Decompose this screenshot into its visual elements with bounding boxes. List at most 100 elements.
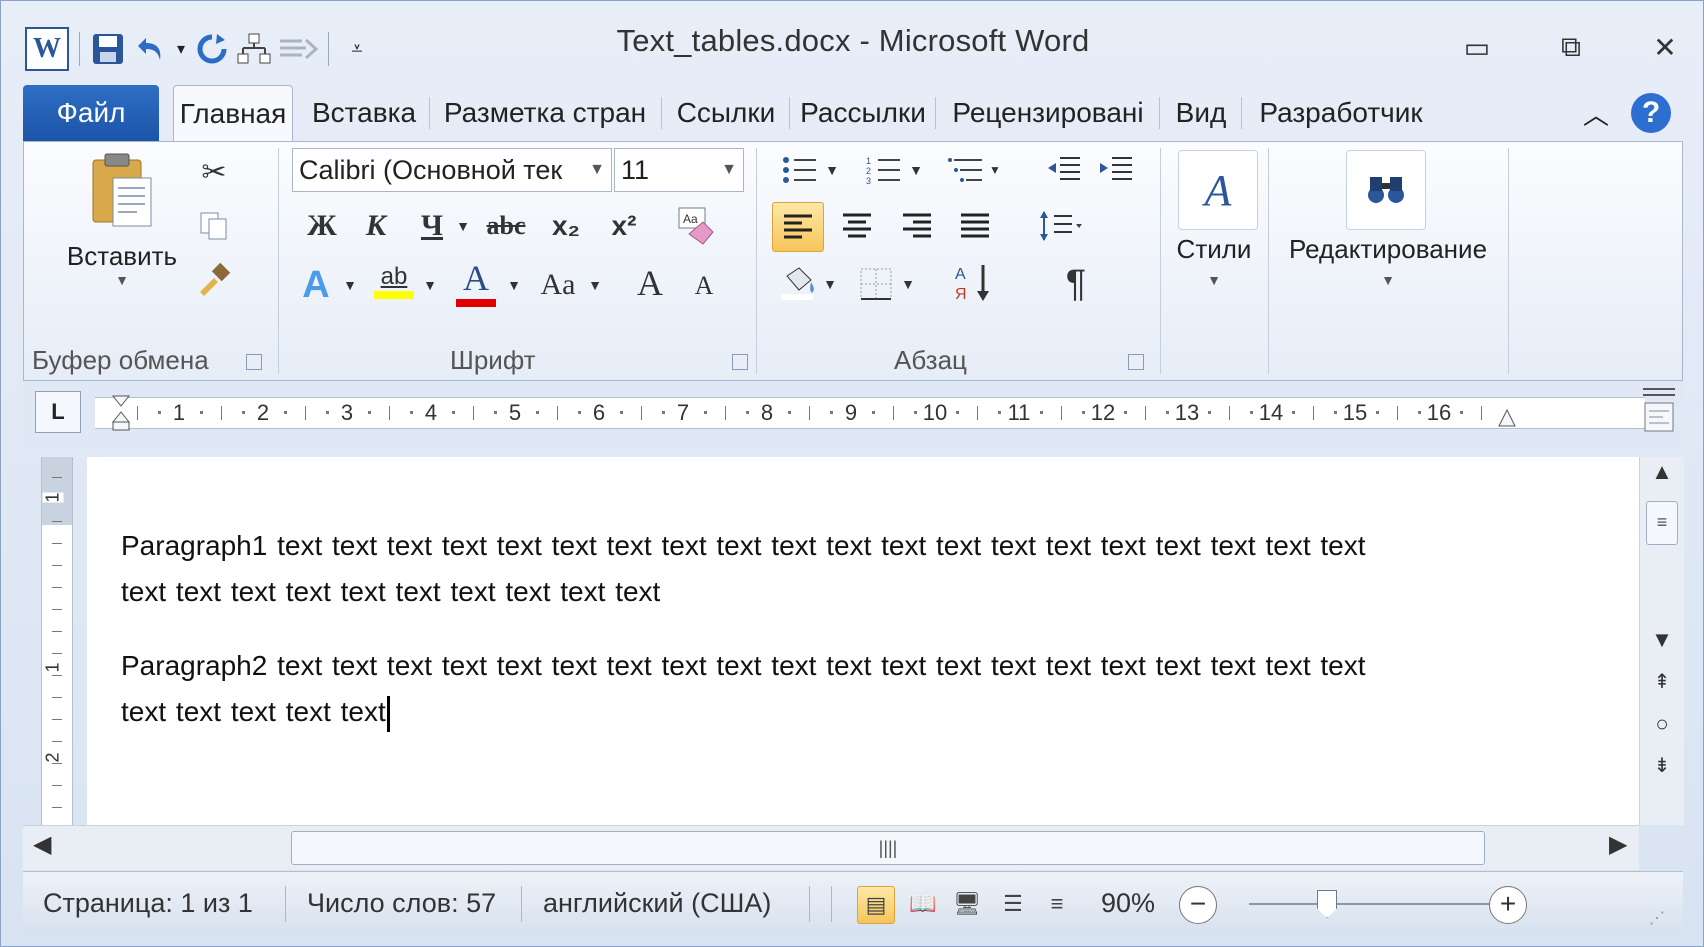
underline-dropdown-icon[interactable]: ▼ bbox=[452, 204, 474, 248]
bold-button[interactable]: Ж bbox=[302, 204, 342, 248]
grow-font-button[interactable]: A bbox=[628, 256, 672, 310]
find-button[interactable] bbox=[1346, 150, 1426, 230]
resize-grip-icon[interactable]: ⋰ bbox=[1649, 908, 1665, 928]
styles-label[interactable]: Стили bbox=[1162, 234, 1266, 265]
highlight-button[interactable]: ab bbox=[370, 256, 418, 306]
highlight-dropdown-icon[interactable]: ▼ bbox=[420, 260, 440, 310]
view-ruler-icon[interactable] bbox=[1639, 385, 1679, 441]
underline-button[interactable]: Ч bbox=[412, 204, 452, 248]
tab-developer[interactable]: Разработчик bbox=[1245, 85, 1437, 141]
paste-dropdown-icon[interactable]: ▼ bbox=[52, 272, 192, 288]
tab-selector-button[interactable]: L bbox=[35, 391, 81, 433]
increase-indent-icon[interactable] bbox=[1094, 148, 1138, 192]
text-effects-button[interactable]: A bbox=[292, 260, 340, 310]
line-spacing-icon[interactable] bbox=[1030, 202, 1090, 250]
vertical-ruler[interactable]: 1 1 2 bbox=[41, 457, 73, 825]
paste-button[interactable]: Вставить ▼ bbox=[52, 150, 192, 288]
font-color-button[interactable]: A bbox=[452, 254, 500, 310]
font-name-combo[interactable]: Calibri (Основной тек ▼ bbox=[292, 148, 612, 192]
change-case-button[interactable]: Aa bbox=[530, 260, 586, 310]
next-page-icon[interactable]: ⇟ bbox=[1640, 753, 1684, 778]
left-indent-marker[interactable] bbox=[111, 394, 131, 432]
align-center-button[interactable] bbox=[832, 202, 882, 250]
subscript-button[interactable]: x₂ bbox=[542, 204, 590, 248]
tab-insert[interactable]: Вставка bbox=[303, 85, 425, 141]
clear-formatting-icon[interactable]: Aa bbox=[670, 202, 720, 250]
tab-mailings[interactable]: Рассылки bbox=[793, 85, 933, 141]
numbering-icon[interactable]: 123 bbox=[862, 148, 906, 192]
multilevel-dropdown-icon[interactable]: ▼ bbox=[988, 148, 1002, 192]
copy-icon[interactable] bbox=[194, 206, 234, 246]
clipboard-launcher-icon[interactable] bbox=[246, 354, 262, 370]
zoom-in-button[interactable]: + bbox=[1489, 886, 1527, 924]
minimize-icon[interactable]: ▭ bbox=[1457, 31, 1497, 64]
align-left-button[interactable] bbox=[772, 202, 824, 252]
change-case-dropdown-icon[interactable]: ▼ bbox=[586, 260, 604, 310]
multilevel-list-icon[interactable] bbox=[944, 148, 988, 192]
numbering-dropdown-icon[interactable]: ▼ bbox=[906, 148, 926, 192]
strikethrough-button[interactable]: abc bbox=[478, 204, 534, 248]
vertical-scrollbar[interactable]: ▲ ≡ ▼ ⇞ ○ ⇟ bbox=[1639, 457, 1684, 825]
paragraph-2[interactable]: Paragraph2 text text text text text text… bbox=[121, 643, 1591, 735]
print-layout-icon[interactable]: ▤ bbox=[857, 886, 895, 924]
format-painter-icon[interactable] bbox=[194, 260, 234, 300]
page-count-status[interactable]: Страница: 1 из 1 bbox=[43, 872, 253, 934]
justify-button[interactable] bbox=[950, 202, 1000, 250]
font-color-dropdown-icon[interactable]: ▼ bbox=[504, 260, 524, 310]
font-size-combo[interactable]: 11 ▼ bbox=[614, 148, 744, 192]
font-launcher-icon[interactable] bbox=[732, 354, 748, 370]
shading-dropdown-icon[interactable]: ▼ bbox=[820, 260, 840, 308]
styles-button[interactable]: A bbox=[1178, 150, 1258, 230]
align-right-button[interactable] bbox=[892, 202, 942, 250]
cut-icon[interactable]: ✂ bbox=[194, 152, 234, 192]
tab-review[interactable]: Рецензировані bbox=[939, 85, 1157, 141]
outline-icon[interactable]: ☰ bbox=[995, 886, 1031, 922]
right-indent-marker[interactable] bbox=[1497, 408, 1517, 428]
editing-dropdown-icon[interactable]: ▼ bbox=[1270, 272, 1506, 288]
full-screen-reading-icon[interactable]: 📖 bbox=[905, 886, 941, 922]
decrease-indent-icon[interactable] bbox=[1042, 148, 1086, 192]
borders-dropdown-icon[interactable]: ▼ bbox=[898, 260, 918, 308]
close-icon[interactable]: ✕ bbox=[1645, 31, 1685, 64]
zoom-slider-thumb[interactable] bbox=[1317, 890, 1337, 918]
tab-page-layout[interactable]: Разметка стран bbox=[433, 85, 657, 141]
bullets-icon[interactable] bbox=[778, 148, 822, 192]
tab-home[interactable]: Главная bbox=[173, 85, 293, 141]
paragraph-1[interactable]: Paragraph1 text text text text text text… bbox=[121, 523, 1591, 615]
paragraph-launcher-icon[interactable] bbox=[1128, 354, 1144, 370]
tab-view[interactable]: Вид bbox=[1163, 85, 1239, 141]
draft-icon[interactable]: ≡ bbox=[1039, 886, 1075, 922]
italic-button[interactable]: К bbox=[356, 204, 396, 248]
shrink-font-button[interactable]: A bbox=[684, 262, 724, 310]
document-page[interactable]: Paragraph1 text text text text text text… bbox=[87, 457, 1639, 825]
word-count-status[interactable]: Число слов: 57 bbox=[307, 872, 496, 934]
vertical-scroll-thumb[interactable]: ≡ bbox=[1646, 501, 1678, 545]
superscript-button[interactable]: x² bbox=[600, 204, 648, 248]
zoom-slider-track[interactable] bbox=[1249, 903, 1489, 905]
editing-label[interactable]: Редактирование bbox=[1270, 234, 1506, 265]
scroll-right-icon[interactable]: ▶ bbox=[1609, 830, 1627, 859]
scroll-down-icon[interactable]: ▼ bbox=[1640, 627, 1684, 653]
scroll-up-icon[interactable]: ▲ bbox=[1640, 459, 1684, 485]
restore-icon[interactable]: ⧉ bbox=[1551, 31, 1591, 64]
tab-references[interactable]: Ссылки bbox=[665, 85, 787, 141]
borders-icon[interactable] bbox=[854, 260, 898, 308]
tab-file[interactable]: Файл bbox=[23, 85, 159, 141]
language-status[interactable]: английский (США) bbox=[543, 872, 771, 934]
styles-dropdown-icon[interactable]: ▼ bbox=[1162, 272, 1266, 288]
help-icon[interactable]: ? bbox=[1631, 93, 1671, 133]
text-effects-dropdown-icon[interactable]: ▼ bbox=[340, 260, 360, 310]
scroll-left-icon[interactable]: ◀ bbox=[33, 830, 51, 859]
previous-page-icon[interactable]: ⇞ bbox=[1640, 669, 1684, 694]
show-formatting-button[interactable]: ¶ bbox=[1054, 258, 1098, 310]
horizontal-scroll-thumb[interactable]: |||| bbox=[291, 831, 1485, 865]
sort-icon[interactable]: АЯ bbox=[948, 256, 1002, 310]
web-layout-icon[interactable]: 🖥 bbox=[949, 886, 985, 922]
shading-icon[interactable] bbox=[776, 260, 820, 308]
bullets-dropdown-icon[interactable]: ▼ bbox=[822, 148, 842, 192]
horizontal-ruler[interactable]: 1 2 3 4 5 6 7 8 9 10 11 12 13 14 15 16 bbox=[95, 394, 1645, 432]
zoom-level[interactable]: 90% bbox=[1101, 872, 1155, 934]
zoom-out-button[interactable]: − bbox=[1179, 886, 1217, 924]
horizontal-scrollbar[interactable]: ◀ |||| ▶ bbox=[23, 825, 1639, 870]
select-browse-object-icon[interactable]: ○ bbox=[1640, 711, 1684, 737]
